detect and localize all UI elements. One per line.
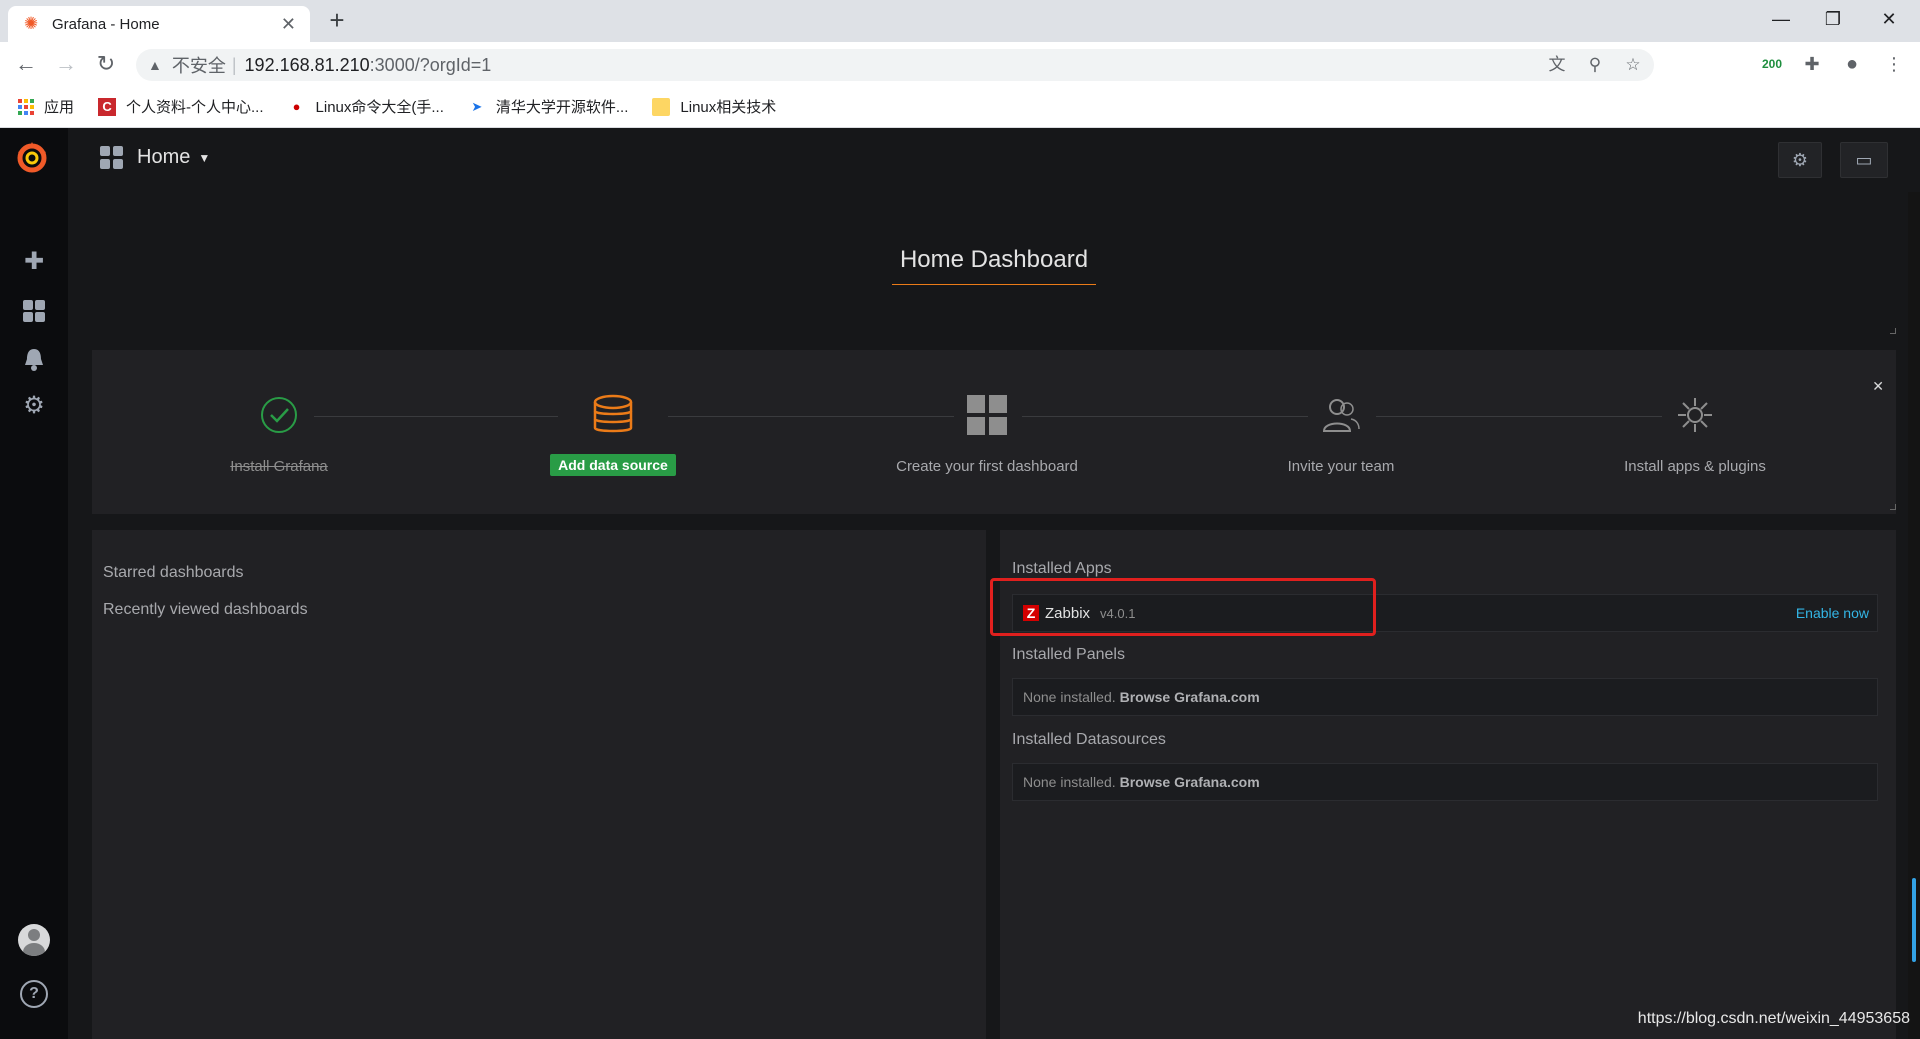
installed-panels-heading: Installed Panels	[1012, 646, 1125, 663]
chevron-down-icon: ▼	[198, 150, 211, 165]
annotation-highlight-box	[990, 578, 1376, 636]
back-button[interactable]: ←	[12, 50, 40, 78]
bookmark-label: Linux相关技术	[680, 99, 777, 116]
tab-bar: ✺ Grafana - Home ✕ + — ❐ ✕	[0, 0, 1920, 42]
database-icon	[463, 390, 763, 440]
apps-grid-icon	[18, 98, 34, 115]
step-install-grafana: Install Grafana	[129, 390, 429, 475]
cycle-view-mode-button[interactable]: ▭	[1840, 142, 1888, 178]
folder-icon	[652, 97, 671, 116]
recent-dashboards-heading: Recently viewed dashboards	[103, 601, 308, 618]
step-invite-team[interactable]: Invite your team	[1191, 390, 1491, 475]
scrollbar-thumb[interactable]	[1912, 878, 1916, 962]
close-window-button[interactable]: ✕	[1866, 0, 1912, 42]
installed-datasources-heading: Installed Datasources	[1012, 731, 1166, 748]
bookmark-csdn[interactable]: C 个人资料-个人中心...	[98, 96, 264, 117]
welcome-panel: Home Dashboard	[92, 192, 1896, 338]
user-avatar[interactable]	[18, 924, 50, 956]
browser-chrome: ✺ Grafana - Home ✕ + — ❐ ✕ ← → ↻ ▲ 不安全 |…	[0, 0, 1920, 128]
dashboard-navbar: Home ▼ ⚙ ▭	[68, 128, 1920, 192]
address-bar-row: ← → ↻ ▲ 不安全 | 192.168.81.210 :3000/?orgI…	[0, 42, 1920, 86]
bookmarks-bar: 应用 C 个人资料-个人中心... ● Linux命令大全(手... ➤ 清华大…	[0, 86, 1920, 128]
grafana-favicon-icon: ✺	[23, 14, 39, 33]
zoom-icon[interactable]: ⚲	[1582, 51, 1608, 79]
minimize-window-button[interactable]: —	[1758, 0, 1804, 42]
browser-menu-icon[interactable]: ⋮	[1878, 50, 1910, 78]
step-add-data-source: Add data source	[463, 390, 763, 476]
new-tab-button[interactable]: +	[322, 6, 352, 36]
step-label: Install Grafana	[230, 458, 328, 475]
bookmark-label: 清华大学开源软件...	[495, 99, 629, 116]
panel-resize-handle[interactable]	[1890, 504, 1896, 510]
step-install-apps[interactable]: Install apps & plugins	[1545, 390, 1845, 475]
bookmark-star-icon[interactable]: ☆	[1620, 51, 1646, 79]
dashboard-title: Home	[137, 146, 191, 168]
reload-button[interactable]: ↻	[92, 50, 120, 78]
installed-apps-heading: Installed Apps	[1012, 560, 1112, 577]
alerting-bell-icon[interactable]	[0, 334, 68, 382]
dashboard-settings-button[interactable]: ⚙	[1778, 142, 1822, 178]
bookmark-linux-commands[interactable]: ● Linux命令大全(手...	[288, 96, 444, 117]
check-circle-icon	[129, 390, 429, 440]
bookmark-label: 应用	[44, 99, 75, 116]
browse-grafana-link[interactable]: Browse Grafana.com	[1120, 774, 1260, 790]
extension-badge[interactable]: 200	[1756, 50, 1788, 78]
url-input[interactable]: ▲ 不安全 | 192.168.81.210 :3000/?orgId=1 文 …	[136, 49, 1654, 81]
grafana-logo-icon[interactable]	[14, 140, 50, 176]
step-label: Create your first dashboard	[896, 458, 1078, 475]
redhat-icon: ●	[292, 98, 301, 114]
forward-button[interactable]: →	[52, 50, 80, 78]
step-label: Invite your team	[1287, 458, 1395, 475]
tsinghua-icon: ➤	[471, 98, 483, 114]
panel-resize-handle[interactable]	[1890, 328, 1896, 334]
home-dashboard-heading: Home Dashboard	[891, 246, 1097, 285]
dashboard-picker[interactable]: Home ▼	[100, 146, 210, 169]
profile-avatar-icon[interactable]: ●	[1836, 50, 1868, 78]
bookmark-apps[interactable]: 应用	[18, 96, 74, 117]
url-divider: |	[231, 54, 237, 75]
step-create-dashboard[interactable]: Create your first dashboard	[837, 390, 1137, 475]
users-icon	[1191, 390, 1491, 440]
dashboard-list-panel: Starred dashboards Recently viewed dashb…	[92, 530, 986, 1039]
bookmark-label: Linux命令大全(手...	[315, 99, 444, 116]
datasources-empty-row: None installed. Browse Grafana.com	[1012, 763, 1878, 801]
none-installed-text: None installed.	[1023, 689, 1116, 705]
url-host: 192.168.81.210	[244, 54, 370, 75]
watermark: https://blog.csdn.net/weixin_44953658	[1637, 1010, 1910, 1027]
side-menu: ✚ ⚙ ?	[0, 128, 68, 1039]
url-path: :3000/?orgId=1	[369, 54, 492, 75]
csdn-icon: C	[98, 97, 117, 116]
close-tab-icon[interactable]: ✕	[281, 14, 296, 35]
starred-dashboards-heading: Starred dashboards	[103, 564, 244, 581]
browser-tab[interactable]: ✺ Grafana - Home ✕	[8, 6, 310, 42]
browse-grafana-link[interactable]: Browse Grafana.com	[1120, 689, 1260, 705]
configuration-gear-icon[interactable]: ⚙	[0, 382, 68, 430]
dashboards-icon[interactable]	[0, 286, 68, 334]
page-scrollbar[interactable]	[1908, 192, 1920, 1039]
step-label: Install apps & plugins	[1624, 458, 1766, 475]
dashboard-grid-icon	[837, 390, 1137, 440]
enable-now-link[interactable]: Enable now	[1796, 605, 1869, 621]
none-installed-text: None installed.	[1023, 774, 1116, 790]
help-icon[interactable]: ?	[20, 980, 48, 1008]
dashboard-grid-icon	[100, 146, 123, 169]
bookmark-tsinghua-mirror[interactable]: ➤ 清华大学开源软件...	[468, 96, 629, 117]
add-data-source-button[interactable]: Add data source	[550, 454, 676, 476]
bookmark-linux-folder[interactable]: Linux相关技术	[652, 96, 776, 117]
tab-title: Grafana - Home	[52, 15, 160, 33]
translate-icon[interactable]: 文	[1544, 51, 1570, 79]
panels-empty-row: None installed. Browse Grafana.com	[1012, 678, 1878, 716]
create-plus-icon[interactable]: ✚	[0, 238, 68, 286]
getting-started-panel: Install Grafana Add data source Create y…	[92, 350, 1896, 514]
bookmark-label: 个人资料-个人中心...	[126, 99, 264, 116]
warning-icon[interactable]: ▲	[148, 57, 162, 73]
extensions-puzzle-icon[interactable]: ✚	[1796, 50, 1828, 78]
insecure-label: 不安全	[171, 56, 226, 76]
restore-window-button[interactable]: ❐	[1810, 0, 1856, 42]
omnibox-actions: 文 ⚲ ☆	[1544, 51, 1646, 79]
plugins-icon	[1545, 390, 1845, 440]
close-icon[interactable]: ✕	[1872, 378, 1884, 395]
